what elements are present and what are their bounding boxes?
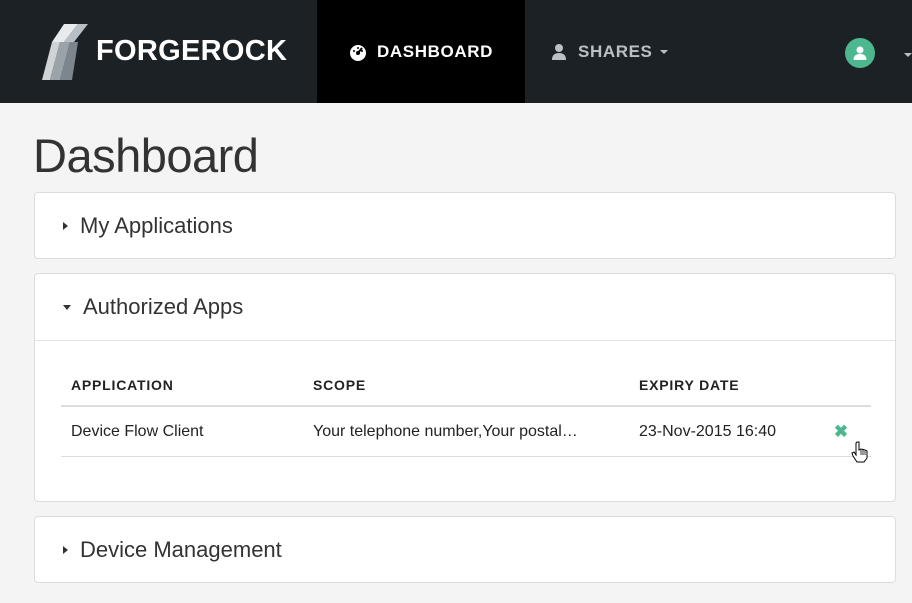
application-name: Device Flow Client <box>61 406 303 457</box>
column-header-application: APPLICATION <box>61 375 303 407</box>
brand-name: FORGEROCK <box>96 34 288 67</box>
nav-dashboard[interactable]: DASHBOARD <box>317 0 525 103</box>
user-menu-button[interactable] <box>845 38 875 68</box>
user-avatar-icon <box>853 46 867 60</box>
remove-icon[interactable]: ✖ <box>834 422 848 442</box>
scope-cell: Your telephone number,Your postal… <box>303 406 629 457</box>
top-navbar: FORGEROCK DASHBOARD SHARES <box>0 0 912 103</box>
panel-title: My Applications <box>80 213 233 238</box>
tachometer-icon <box>350 44 367 61</box>
user-icon <box>552 43 566 60</box>
column-header-actions <box>811 375 871 407</box>
nav-dashboard-label: DASHBOARD <box>377 41 493 61</box>
panel-heading-my-applications[interactable]: My Applications <box>35 193 895 259</box>
panel-heading-authorized-apps[interactable]: Authorized Apps <box>35 274 895 340</box>
nav-shares-label: SHARES <box>578 41 653 61</box>
table-header-row: APPLICATION SCOPE EXPIRY DATE <box>61 375 871 407</box>
pointer-hand-cursor-icon <box>851 441 868 463</box>
chevron-down-icon <box>660 49 669 54</box>
caret-right-icon <box>63 546 68 554</box>
forgerock-logo-icon <box>42 24 88 80</box>
expiry-date-cell: 23-Nov-2015 16:40 <box>629 406 811 457</box>
panel-authorized-apps: Authorized Apps APPLICATION SCOPE EXPIRY… <box>34 273 896 502</box>
forgerock-logo[interactable]: FORGEROCK <box>30 22 287 80</box>
panel-my-applications: My Applications <box>34 192 896 259</box>
panel-heading-device-management[interactable]: Device Management <box>35 517 895 583</box>
chevron-down-icon[interactable] <box>904 53 912 57</box>
panel-title: Authorized Apps <box>83 294 244 319</box>
caret-right-icon <box>63 222 68 230</box>
caret-down-icon <box>63 304 71 310</box>
panel-body-authorized-apps: APPLICATION SCOPE EXPIRY DATE Device Flo… <box>35 340 895 502</box>
column-header-scope: SCOPE <box>303 375 629 407</box>
table-row: Device Flow Client Your telephone number… <box>61 406 871 457</box>
authorized-apps-table: APPLICATION SCOPE EXPIRY DATE Device Flo… <box>61 375 871 457</box>
panel-device-management: Device Management <box>34 516 896 583</box>
nav-shares-dropdown[interactable]: SHARES <box>550 0 669 103</box>
panel-title: Device Management <box>80 537 282 562</box>
column-header-expiry-date: EXPIRY DATE <box>629 375 811 407</box>
page-title: Dashboard <box>33 129 259 182</box>
